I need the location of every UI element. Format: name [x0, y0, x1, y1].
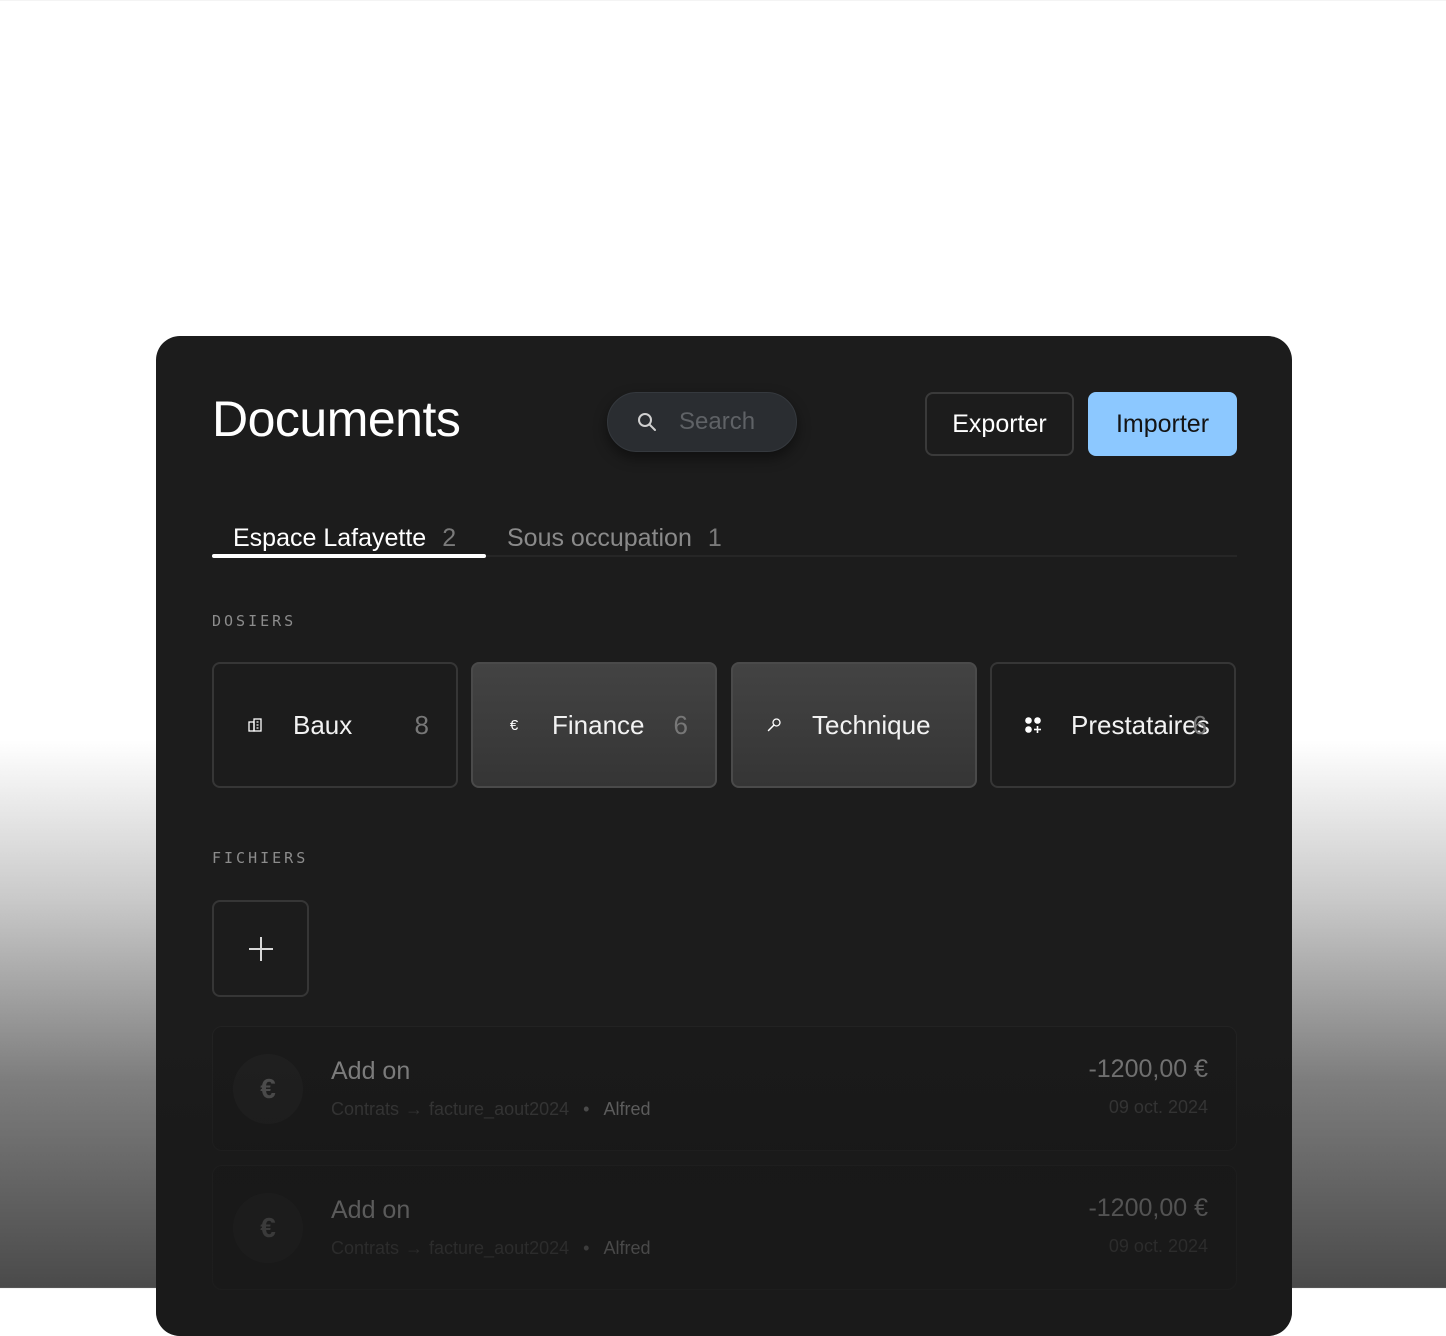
- folder-label: Finance: [552, 709, 645, 740]
- tab-espace-lafayette[interactable]: Espace Lafayette 2: [212, 524, 486, 578]
- file-folder: Contrats: [331, 1238, 400, 1258]
- file-author: Alfred: [603, 1099, 651, 1119]
- file-amount: -1200,00 €: [1088, 1055, 1208, 1083]
- file-row[interactable]: € Add on Contrats → facture_aout2024 • A…: [212, 1165, 1237, 1290]
- file-path: Contrats → facture_aout2024 • Alfred: [331, 1238, 651, 1259]
- folder-card-technique[interactable]: Technique: [731, 662, 977, 788]
- search-box[interactable]: [607, 392, 797, 452]
- search-icon: [637, 412, 657, 432]
- folder-list: Baux 8 € Finance 6 Technique Prestataire…: [212, 662, 1237, 788]
- tab-count: 2: [442, 524, 457, 552]
- folders-section-label: DOSIERS: [212, 612, 297, 630]
- file-date: 09 oct. 2024: [1108, 1097, 1208, 1117]
- tab-bar: Espace Lafayette 2 Sous occupation 1: [212, 514, 1237, 578]
- folder-label: Prestataires: [1071, 709, 1210, 740]
- folder-card-prestataires[interactable]: Prestataires 6: [990, 662, 1236, 788]
- export-button[interactable]: Exporter: [925, 392, 1074, 456]
- euro-icon: €: [233, 1193, 303, 1263]
- arrow-right-icon: →: [405, 1238, 424, 1258]
- euro-icon: €: [509, 716, 519, 734]
- file-filename: facture_aout2024: [429, 1099, 570, 1119]
- file-folder: Contrats: [331, 1099, 400, 1119]
- files-section-label: FICHIERS: [212, 849, 309, 867]
- euro-icon: €: [233, 1054, 303, 1124]
- file-amount: -1200,00 €: [1088, 1194, 1208, 1222]
- folder-count: 8: [414, 709, 429, 740]
- folder-label: Baux: [293, 709, 353, 740]
- file-filename: facture_aout2024: [429, 1238, 570, 1258]
- tab-label: Sous occupation: [507, 524, 692, 552]
- import-button[interactable]: Importer: [1088, 392, 1237, 456]
- folder-card-baux[interactable]: Baux 8: [212, 662, 458, 788]
- file-name: Add on: [331, 1196, 411, 1224]
- folder-count: 6: [1192, 709, 1207, 740]
- file-row[interactable]: € Add on Contrats → facture_aout2024 • A…: [212, 1026, 1237, 1151]
- folder-count: 6: [673, 709, 688, 740]
- plus-icon: [248, 936, 274, 962]
- active-tab-indicator: [212, 554, 486, 558]
- building-icon: [246, 716, 264, 734]
- file-path: Contrats → facture_aout2024 • Alfred: [331, 1099, 651, 1120]
- arrow-right-icon: →: [405, 1099, 424, 1119]
- file-author: Alfred: [603, 1238, 651, 1258]
- separator-dot: •: [583, 1238, 590, 1258]
- file-name: Add on: [331, 1057, 411, 1085]
- folder-label: Technique: [812, 709, 931, 740]
- search-input[interactable]: [677, 407, 791, 437]
- wrench-icon: [765, 716, 783, 734]
- documents-panel: Documents Exporter Importer Espace Lafay…: [156, 336, 1292, 1336]
- tab-count: 1: [707, 524, 722, 552]
- file-date: 09 oct. 2024: [1108, 1236, 1208, 1256]
- grid-plus-icon: [1024, 716, 1042, 734]
- separator-dot: •: [583, 1099, 590, 1119]
- tab-sous-occupation[interactable]: Sous occupation 1: [507, 524, 722, 578]
- tab-label: Espace Lafayette: [233, 524, 427, 552]
- folder-card-finance[interactable]: € Finance 6: [471, 662, 717, 788]
- page-title: Documents: [212, 391, 461, 447]
- add-file-button[interactable]: [212, 900, 309, 997]
